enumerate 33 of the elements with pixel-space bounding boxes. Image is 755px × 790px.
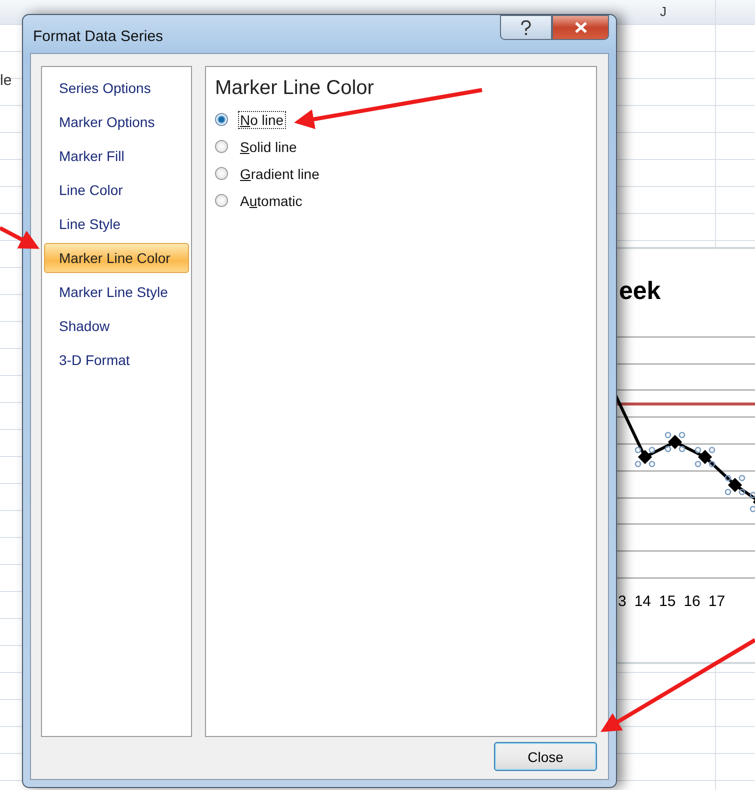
- close-icon: [574, 22, 588, 33]
- arrow: [0, 226, 40, 249]
- category-item[interactable]: Series Options: [44, 73, 189, 103]
- close-button[interactable]: [552, 15, 609, 40]
- category-item[interactable]: Shadow: [44, 311, 189, 341]
- category-item[interactable]: Line Style: [44, 209, 189, 239]
- category-item[interactable]: Marker Line Style: [44, 277, 189, 307]
- window-title: Format Data Series: [32, 26, 164, 44]
- category-item[interactable]: Marker Line Color: [44, 243, 189, 273]
- cell-text: le: [0, 72, 12, 89]
- axis-label: 3: [618, 593, 626, 610]
- axis-label: 15: [659, 593, 676, 610]
- radio-button[interactable]: [215, 167, 228, 180]
- help-icon: [520, 20, 532, 36]
- category-item[interactable]: Line Color: [44, 175, 189, 205]
- axis-label: 17: [708, 593, 726, 610]
- option-label[interactable]: No line: [238, 110, 286, 128]
- panel-heading: Marker Line Color: [215, 77, 375, 100]
- column-header[interactable]: J: [660, 4, 666, 19]
- help-button[interactable]: [500, 15, 552, 40]
- close-button[interactable]: Close: [494, 742, 597, 771]
- category-item[interactable]: Marker Options: [44, 107, 189, 137]
- option-label[interactable]: Gradient line: [238, 164, 322, 182]
- radio-button[interactable]: [215, 140, 228, 153]
- axis-label: 14: [634, 593, 652, 610]
- radio-button[interactable]: [215, 113, 228, 126]
- radio-button[interactable]: [215, 194, 228, 207]
- category-item[interactable]: 3-D Format: [44, 345, 189, 375]
- option-label[interactable]: Automatic: [238, 192, 304, 210]
- chart-title: eek: [619, 277, 661, 306]
- category-item[interactable]: Marker Fill: [44, 141, 189, 171]
- option-label[interactable]: Solid line: [238, 138, 299, 156]
- axis-label: 16: [684, 593, 700, 610]
